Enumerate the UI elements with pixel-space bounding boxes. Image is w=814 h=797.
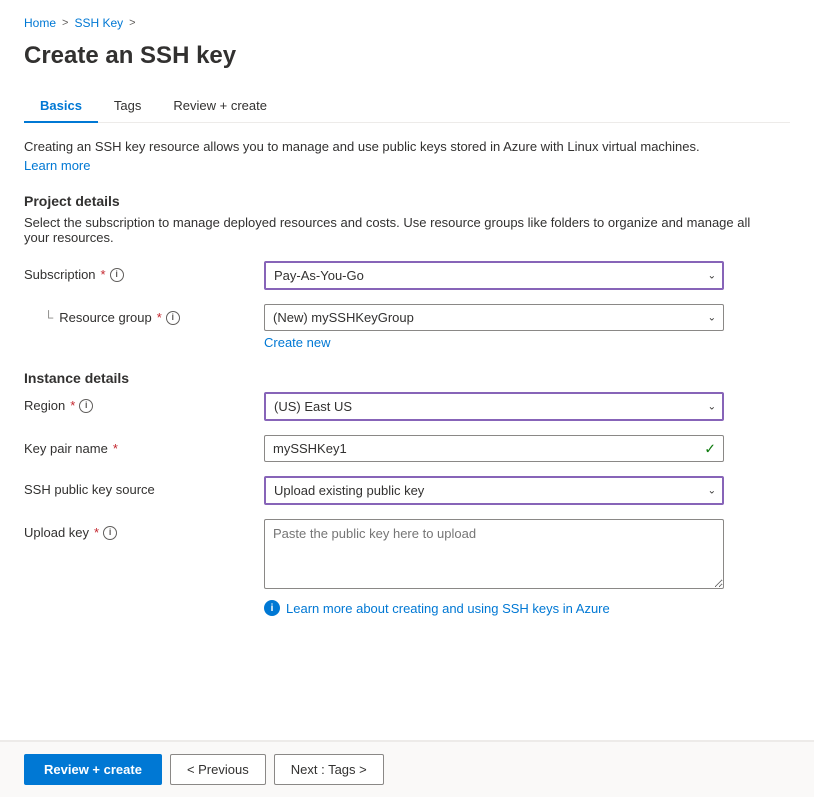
resource-group-select-wrapper: (New) mySSHKeyGroup ⌄ bbox=[264, 304, 724, 331]
resource-group-select[interactable]: (New) mySSHKeyGroup bbox=[264, 304, 724, 331]
breadcrumb-home[interactable]: Home bbox=[24, 16, 56, 30]
tab-basics[interactable]: Basics bbox=[24, 90, 98, 123]
upload-key-required: * bbox=[94, 525, 99, 540]
tab-tags[interactable]: Tags bbox=[98, 90, 157, 123]
tabs: Basics Tags Review + create bbox=[24, 90, 790, 123]
next-tags-button[interactable]: Next : Tags > bbox=[274, 754, 384, 785]
subscription-info-icon[interactable]: i bbox=[110, 268, 124, 282]
key-pair-name-row: Key pair name * ✓ bbox=[24, 435, 790, 462]
instance-details-title: Instance details bbox=[24, 370, 790, 386]
ssh-key-source-select[interactable]: Upload existing public key Generate new … bbox=[264, 476, 724, 505]
ssh-key-source-row: SSH public key source Upload existing pu… bbox=[24, 476, 790, 505]
resource-group-label-area: └ Resource group * i bbox=[24, 304, 264, 325]
key-pair-check-icon: ✓ bbox=[704, 440, 716, 457]
ssh-learn-more-link[interactable]: Learn more about creating and using SSH … bbox=[286, 601, 610, 616]
ssh-key-source-control: Upload existing public key Generate new … bbox=[264, 476, 724, 505]
key-pair-name-input[interactable] bbox=[264, 435, 724, 462]
previous-button[interactable]: < Previous bbox=[170, 754, 266, 785]
review-create-button[interactable]: Review + create bbox=[24, 754, 162, 785]
info-link-row: i Learn more about creating and using SS… bbox=[264, 600, 724, 616]
region-select[interactable]: (US) East US bbox=[264, 392, 724, 421]
upload-key-info-icon[interactable]: i bbox=[103, 526, 117, 540]
info-circle-icon: i bbox=[264, 600, 280, 616]
create-new-link[interactable]: Create new bbox=[264, 335, 724, 350]
subscription-row: Subscription * i Pay-As-You-Go ⌄ bbox=[24, 261, 790, 290]
breadcrumb-sep2: > bbox=[129, 17, 135, 29]
footer: Review + create < Previous Next : Tags > bbox=[0, 741, 814, 797]
resource-group-row: └ Resource group * i (New) mySSHKeyGroup… bbox=[24, 304, 790, 350]
region-info-icon[interactable]: i bbox=[79, 399, 93, 413]
region-row: Region * i (US) East US ⌄ bbox=[24, 392, 790, 421]
tab-description: Creating an SSH key resource allows you … bbox=[24, 139, 774, 154]
subscription-label: Subscription * i bbox=[24, 261, 264, 282]
ssh-key-source-label: SSH public key source bbox=[24, 476, 264, 497]
resource-group-required: * bbox=[157, 310, 162, 325]
subscription-select-wrapper: Pay-As-You-Go ⌄ bbox=[264, 261, 724, 290]
main-content: Home > SSH Key > Create an SSH key Basic… bbox=[0, 0, 814, 740]
tab-review-create[interactable]: Review + create bbox=[157, 90, 283, 123]
region-control: (US) East US ⌄ bbox=[264, 392, 724, 421]
upload-key-label: Upload key * i bbox=[24, 519, 264, 540]
project-details-desc: Select the subscription to manage deploy… bbox=[24, 215, 774, 245]
breadcrumb: Home > SSH Key > bbox=[24, 16, 790, 30]
project-details-title: Project details bbox=[24, 193, 790, 209]
breadcrumb-sshkey[interactable]: SSH Key bbox=[74, 16, 123, 30]
learn-more-link[interactable]: Learn more bbox=[24, 158, 90, 173]
upload-key-textarea[interactable] bbox=[264, 519, 724, 589]
subscription-select[interactable]: Pay-As-You-Go bbox=[264, 261, 724, 290]
key-pair-required: * bbox=[113, 441, 118, 456]
resource-group-control: (New) mySSHKeyGroup ⌄ Create new bbox=[264, 304, 724, 350]
subscription-control: Pay-As-You-Go ⌄ bbox=[264, 261, 724, 290]
resource-group-info-icon[interactable]: i bbox=[166, 311, 180, 325]
subscription-required: * bbox=[101, 267, 106, 282]
upload-key-row: Upload key * i i Learn more about creati… bbox=[24, 519, 790, 616]
region-select-wrapper: (US) East US ⌄ bbox=[264, 392, 724, 421]
ssh-key-source-select-wrapper: Upload existing public key Generate new … bbox=[264, 476, 724, 505]
region-required: * bbox=[70, 398, 75, 413]
key-pair-name-control: ✓ bbox=[264, 435, 724, 462]
page-title: Create an SSH key bbox=[24, 42, 790, 70]
upload-key-control: i Learn more about creating and using SS… bbox=[264, 519, 724, 616]
key-pair-name-input-wrapper: ✓ bbox=[264, 435, 724, 462]
breadcrumb-sep1: > bbox=[62, 17, 68, 29]
region-label: Region * i bbox=[24, 392, 264, 413]
key-pair-name-label: Key pair name * bbox=[24, 435, 264, 456]
